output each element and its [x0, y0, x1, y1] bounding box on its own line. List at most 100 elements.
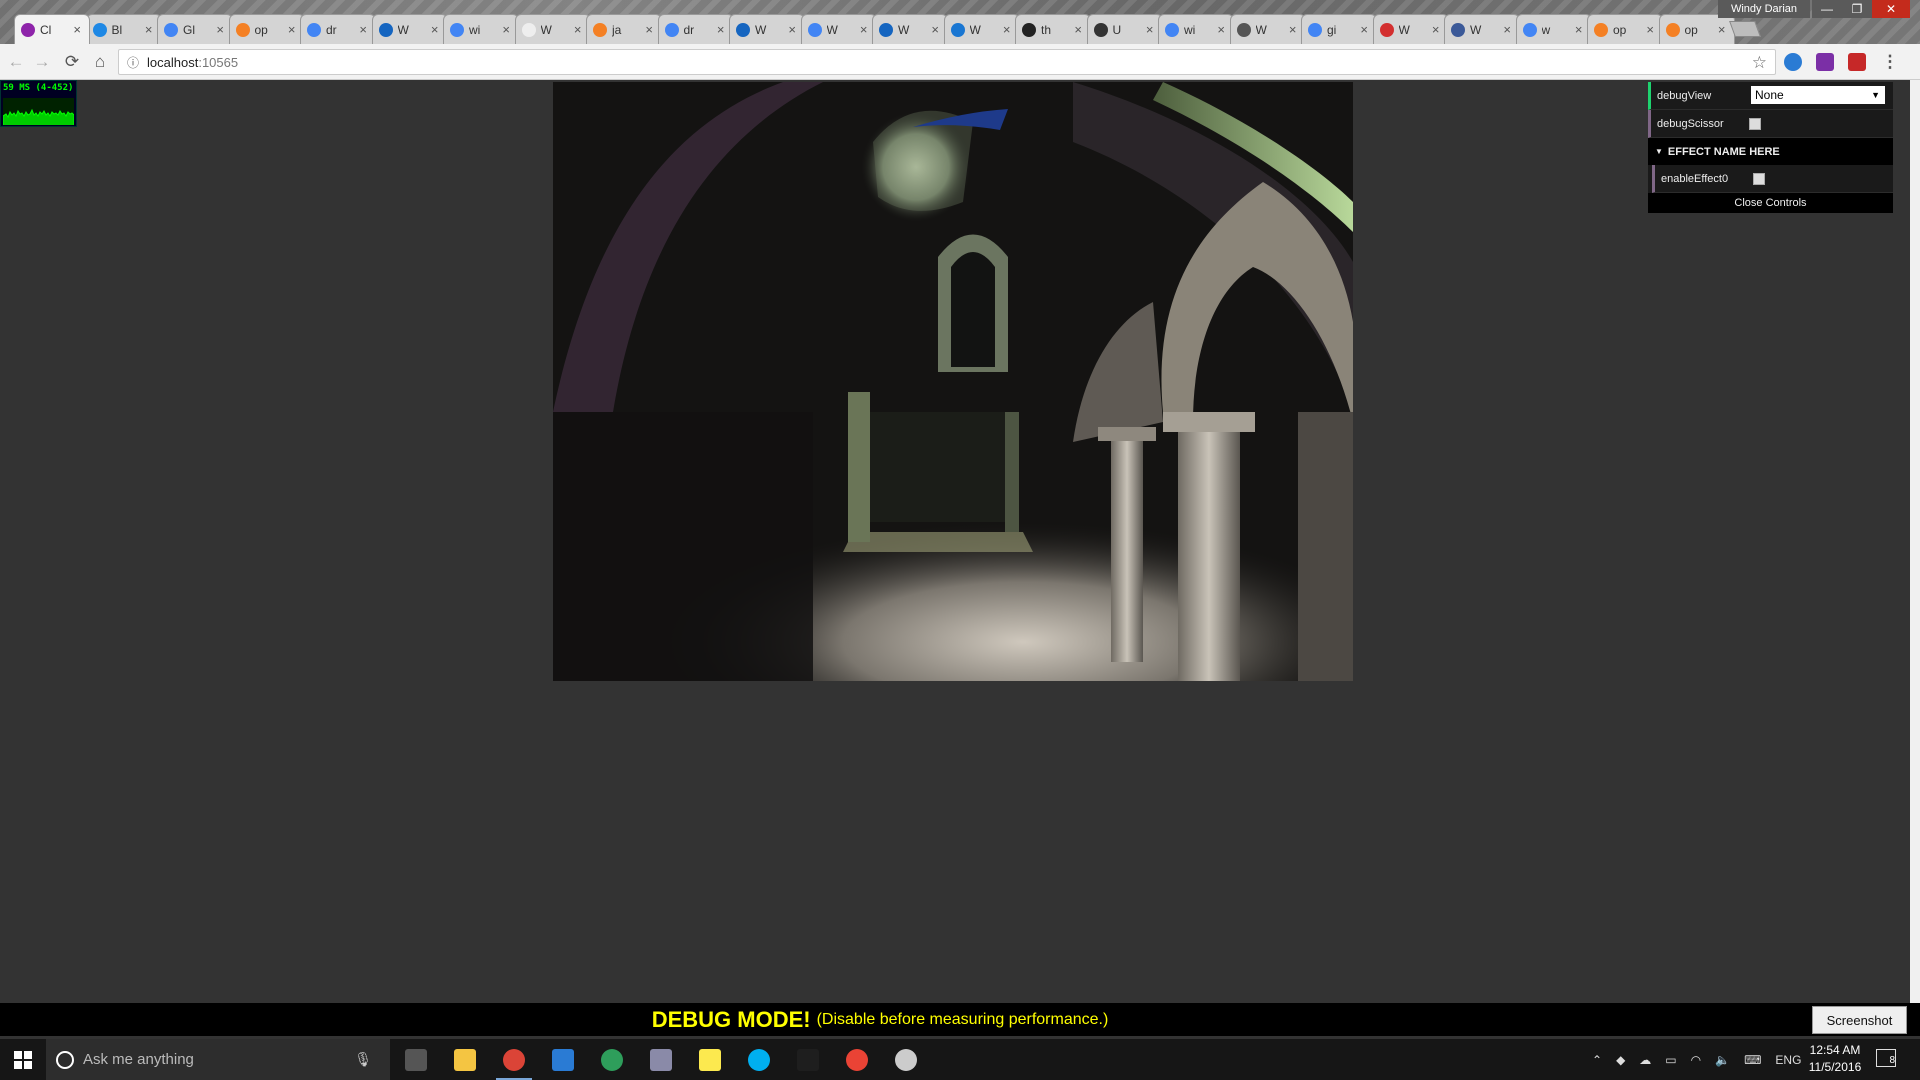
tab-close-icon[interactable]: × — [931, 22, 939, 37]
action-center-button[interactable]: 8 — [1876, 1049, 1896, 1067]
tab-close-icon[interactable]: × — [73, 22, 81, 37]
enableeffect0-checkbox[interactable] — [1753, 172, 1765, 185]
taskbar-chrome-canary-button[interactable] — [833, 1039, 881, 1080]
taskbar-file-explorer-button[interactable] — [441, 1039, 489, 1080]
screenshot-button[interactable]: Screenshot — [1812, 1006, 1907, 1034]
tab-close-icon[interactable]: × — [645, 22, 653, 37]
wifi-icon[interactable]: ◠ — [1691, 1053, 1701, 1067]
debugscissor-checkbox[interactable] — [1749, 117, 1761, 130]
info-icon[interactable]: ⓘ — [127, 54, 139, 71]
browser-tab[interactable]: W × — [872, 14, 948, 44]
browser-tab[interactable]: th × — [1015, 14, 1091, 44]
home-button[interactable]: ⌂ — [88, 50, 112, 74]
browser-tab[interactable]: op × — [1658, 14, 1735, 44]
browser-tab[interactable]: W × — [800, 14, 877, 44]
tab-close-icon[interactable]: × — [1289, 22, 1297, 37]
taskbar-skype-button[interactable] — [735, 1039, 783, 1080]
language-indicator[interactable]: ENG — [1775, 1053, 1801, 1067]
tab-close-icon[interactable]: × — [1074, 22, 1082, 37]
chrome-menu-icon[interactable]: ⋮ — [1878, 50, 1902, 74]
taskbar-chrome-button[interactable] — [490, 1039, 538, 1080]
bookmark-star-icon[interactable]: ☆ — [1752, 53, 1767, 73]
tab-close-icon[interactable]: × — [1503, 22, 1511, 37]
browser-tab[interactable]: op × — [228, 14, 305, 44]
browser-tab[interactable]: Bl × — [85, 14, 162, 44]
close-controls-button[interactable]: Close Controls — [1648, 193, 1893, 213]
onedrive-icon[interactable]: ☁ — [1639, 1053, 1651, 1067]
taskbar-terminal-button[interactable] — [784, 1039, 832, 1080]
browser-tab[interactable]: dr × — [300, 14, 376, 44]
cortana-search-box[interactable]: Ask me anything 🎙 — [46, 1039, 390, 1080]
close-window-button[interactable]: ✕ — [1872, 0, 1910, 18]
taskbar-paint-app-button[interactable] — [637, 1039, 685, 1080]
tab-close-icon[interactable]: × — [1360, 22, 1368, 37]
tab-close-icon[interactable]: × — [288, 22, 296, 37]
tab-close-icon[interactable]: × — [788, 22, 796, 37]
browser-tab[interactable]: ja × — [586, 14, 662, 44]
tab-favicon-icon — [164, 22, 178, 37]
browser-tab[interactable]: wi × — [1158, 14, 1234, 44]
browser-tab[interactable]: W × — [1372, 14, 1449, 44]
effect-folder-header[interactable]: ▼ EFFECT NAME HERE — [1648, 138, 1893, 165]
profile-name[interactable]: Windy Darian — [1718, 0, 1810, 18]
tab-close-icon[interactable]: × — [1575, 22, 1583, 37]
dropbox-icon[interactable]: ◆ — [1616, 1053, 1625, 1067]
taskbar-visual-studio-code-button[interactable] — [539, 1039, 587, 1080]
extension-icon[interactable] — [1848, 53, 1866, 71]
microphone-icon[interactable]: 🎙 — [354, 1051, 372, 1068]
tab-close-icon[interactable]: × — [1146, 22, 1154, 37]
new-tab-button[interactable] — [1729, 21, 1761, 37]
volume-icon[interactable]: 🔈 — [1715, 1053, 1730, 1067]
tab-close-icon[interactable]: × — [717, 22, 725, 37]
show-hidden-icons-icon[interactable]: ⌃ — [1592, 1053, 1602, 1067]
maximize-button[interactable]: ❐ — [1842, 0, 1872, 18]
browser-tab[interactable]: W × — [729, 14, 805, 44]
browser-tab[interactable]: w × — [1515, 14, 1592, 44]
system-clock[interactable]: 12:54 AM 11/5/2016 — [1800, 1042, 1870, 1076]
taskbar-sticky-notes-button[interactable] — [686, 1039, 734, 1080]
browser-tab[interactable]: gi × — [1301, 14, 1377, 44]
page-scrollbar[interactable] — [1910, 80, 1920, 1003]
extension-icon[interactable] — [1784, 53, 1802, 71]
browser-tab[interactable]: dr × — [657, 14, 734, 44]
browser-tab[interactable]: op × — [1587, 14, 1663, 44]
browser-tab[interactable]: W × — [943, 14, 1020, 44]
browser-tab[interactable]: W × — [514, 14, 591, 44]
browser-tab[interactable]: W × — [371, 14, 448, 44]
browser-tab[interactable]: Gl × — [157, 14, 233, 44]
tab-close-icon[interactable]: × — [359, 22, 367, 37]
back-button[interactable]: ← — [4, 50, 28, 74]
tab-close-icon[interactable]: × — [145, 22, 153, 37]
taskbar-sourcetree-button[interactable] — [588, 1039, 636, 1080]
address-bar[interactable]: ⓘ localhost:10565 ☆ — [118, 49, 1776, 75]
reload-button[interactable]: ⟳ — [60, 50, 84, 74]
tab-close-icon[interactable]: × — [1646, 22, 1654, 37]
tab-close-icon[interactable]: × — [1217, 22, 1225, 37]
taskbar-obs-button[interactable] — [882, 1039, 930, 1080]
debugview-select[interactable]: None ▼ — [1751, 86, 1885, 104]
taskbar-task-view-button[interactable] — [392, 1039, 440, 1080]
tab-title: dr — [683, 22, 695, 37]
tab-close-icon[interactable]: × — [1432, 22, 1440, 37]
browser-tab[interactable]: wi × — [443, 14, 519, 44]
browser-tab[interactable]: W × — [1229, 14, 1306, 44]
minimize-button[interactable]: — — [1812, 0, 1842, 18]
start-button[interactable] — [0, 1039, 46, 1080]
tab-title: op — [1613, 22, 1627, 37]
webgl-render-canvas[interactable] — [553, 82, 1353, 681]
tab-close-icon[interactable]: × — [502, 22, 510, 37]
tab-close-icon[interactable]: × — [431, 22, 439, 37]
keyboard-icon[interactable]: ⌨ — [1744, 1053, 1761, 1067]
fps-stats-panel[interactable]: 59 MS (4-452) — [0, 80, 77, 127]
browser-tab[interactable]: U × — [1086, 14, 1163, 44]
onenote-extension-icon[interactable] — [1816, 53, 1834, 71]
browser-tab[interactable]: Cl × — [14, 14, 90, 44]
tab-close-icon[interactable]: × — [860, 22, 868, 37]
tab-close-icon[interactable]: × — [574, 22, 582, 37]
forward-button[interactable]: → — [30, 50, 54, 74]
tab-close-icon[interactable]: × — [1003, 22, 1011, 37]
tab-close-icon[interactable]: × — [1718, 22, 1726, 37]
battery-icon[interactable]: ▭ — [1665, 1053, 1676, 1067]
browser-tab[interactable]: W × — [1444, 14, 1520, 44]
tab-close-icon[interactable]: × — [216, 22, 224, 37]
